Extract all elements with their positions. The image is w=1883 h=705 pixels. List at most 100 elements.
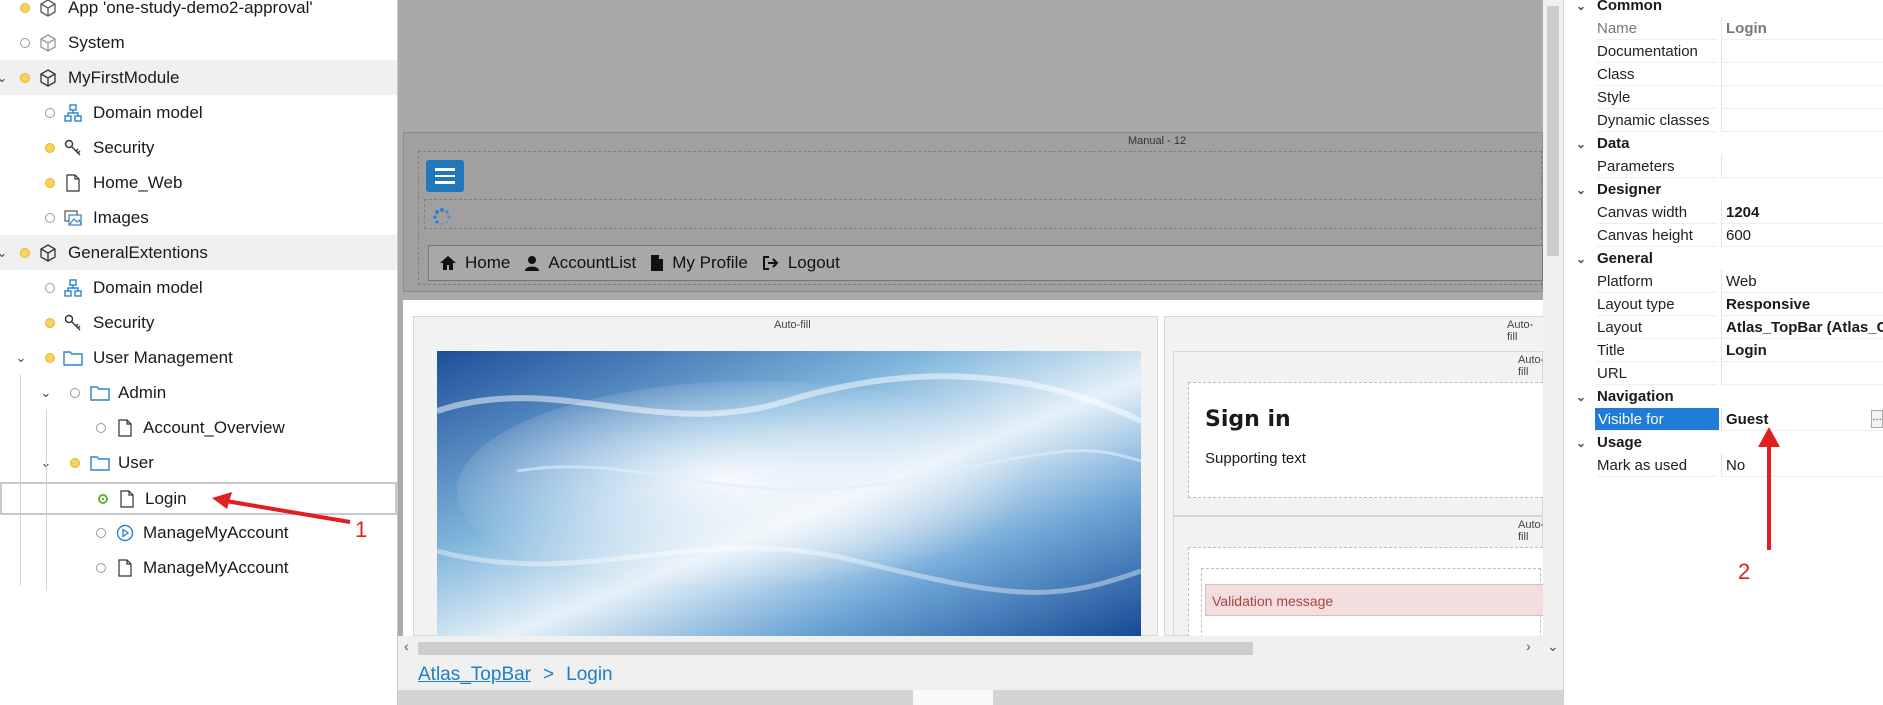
property-value[interactable]: No bbox=[1721, 454, 1883, 477]
tree-item-account-overview[interactable]: Account_Overview bbox=[0, 410, 397, 445]
horizontal-scrollbar[interactable]: ‹ › bbox=[398, 636, 1543, 660]
tree-item-label: Account_Overview bbox=[143, 417, 285, 437]
property-value[interactable]: 600 bbox=[1721, 224, 1883, 247]
nav-item-logout[interactable]: Logout bbox=[762, 253, 844, 273]
status-dot bbox=[70, 387, 80, 398]
chevron-right-icon[interactable]: › bbox=[1526, 638, 1531, 654]
property-name[interactable]: Name Login bbox=[1564, 17, 1883, 40]
category-designer[interactable]: ⌄ Designer bbox=[1564, 178, 1883, 201]
form-container: Auto-fill Validation message bbox=[1173, 516, 1548, 638]
chevron-down-icon[interactable]: ⌄ bbox=[0, 246, 8, 259]
property-value[interactable] bbox=[1721, 109, 1883, 132]
property-dynamic-classes[interactable]: Dynamic classes bbox=[1564, 109, 1883, 132]
property-documentation[interactable]: Documentation bbox=[1564, 40, 1883, 63]
tree-item-home-web[interactable]: Home_Web bbox=[0, 165, 397, 200]
breadcrumb-layout-link[interactable]: Atlas_TopBar bbox=[418, 664, 531, 686]
property-mark-as-used[interactable]: Mark as used No bbox=[1564, 454, 1883, 477]
breadcrumb-current-page[interactable]: Login bbox=[566, 664, 613, 686]
signin-container: Auto-fill Sign in Supporting text bbox=[1173, 351, 1548, 516]
chevron-down-icon[interactable]: ⌄ bbox=[40, 386, 52, 399]
category-data[interactable]: ⌄ Data bbox=[1564, 132, 1883, 155]
nav-label: Home bbox=[465, 253, 511, 272]
chevron-down-icon[interactable]: ⌄ bbox=[1576, 252, 1586, 266]
properties-panel: ⌄ Common Name Login Documentation Class … bbox=[1563, 0, 1883, 705]
bottom-tab[interactable] bbox=[913, 690, 993, 705]
more-options-button[interactable]: … bbox=[1871, 410, 1883, 428]
tree-item-user[interactable]: ⌄ User bbox=[0, 445, 397, 480]
property-value[interactable]: Login bbox=[1721, 339, 1883, 362]
property-value[interactable] bbox=[1721, 155, 1883, 178]
chevron-down-icon[interactable]: ⌄ bbox=[1547, 638, 1559, 655]
validation-message: Validation message bbox=[1205, 584, 1545, 616]
tree-item-admin[interactable]: ⌄ Admin bbox=[0, 375, 397, 410]
tree-item-label: Domain model bbox=[93, 102, 203, 122]
chevron-down-icon[interactable]: ⌄ bbox=[1576, 436, 1586, 450]
tree-item-domain-model[interactable]: Domain model bbox=[0, 270, 397, 305]
scrollbar-thumb[interactable] bbox=[1547, 6, 1559, 256]
property-value[interactable] bbox=[1721, 63, 1883, 86]
category-general[interactable]: ⌄ General bbox=[1564, 247, 1883, 270]
category-navigation[interactable]: ⌄ Navigation bbox=[1564, 385, 1883, 408]
annotation-arrow-1 bbox=[212, 492, 351, 524]
chevron-down-icon[interactable]: ⌄ bbox=[15, 351, 27, 364]
autofill-caption: Auto-fill bbox=[1507, 319, 1534, 343]
tree-item-label: System bbox=[68, 32, 125, 52]
property-value[interactable] bbox=[1721, 86, 1883, 109]
package-icon bbox=[38, 33, 58, 53]
property-value[interactable]: Login bbox=[1721, 17, 1883, 40]
property-parameters[interactable]: Parameters bbox=[1564, 155, 1883, 178]
nav-item-my-profile[interactable]: My Profile bbox=[650, 253, 752, 273]
tree-item-generalextentions[interactable]: ⌄ GeneralExtentions bbox=[0, 235, 397, 270]
property-value[interactable]: Atlas_TopBar (Atlas_Co bbox=[1721, 316, 1883, 339]
property-layout[interactable]: Layout Atlas_TopBar (Atlas_Co bbox=[1564, 316, 1883, 339]
category-common[interactable]: ⌄ Common bbox=[1564, 0, 1883, 17]
vertical-scrollbar[interactable]: ⌄ bbox=[1543, 0, 1563, 660]
tree-item-myfirstmodule[interactable]: ⌄ MyFirstModule bbox=[0, 60, 397, 95]
property-canvas-width[interactable]: Canvas width 1204 bbox=[1564, 201, 1883, 224]
scrollbar-thumb[interactable] bbox=[418, 642, 1253, 655]
property-title[interactable]: Title Login bbox=[1564, 339, 1883, 362]
property-url[interactable]: URL bbox=[1564, 362, 1883, 385]
property-style[interactable]: Style bbox=[1564, 86, 1883, 109]
property-value[interactable] bbox=[1721, 362, 1883, 385]
tree-item-security[interactable]: Security bbox=[0, 305, 397, 340]
tree-item-system[interactable]: System bbox=[0, 25, 397, 60]
nav-item-accountlist[interactable]: AccountList bbox=[524, 253, 640, 273]
chevron-down-icon[interactable]: ⌄ bbox=[1576, 137, 1586, 151]
page-editor-canvas[interactable]: Manual - 12 Home AccountList My Profile … bbox=[398, 0, 1563, 705]
chevron-left-icon[interactable]: ‹ bbox=[404, 638, 409, 654]
tree-item-app[interactable]: App 'one-study-demo2-approval' bbox=[0, 0, 397, 25]
category-usage[interactable]: ⌄ Usage bbox=[1564, 431, 1883, 454]
chevron-down-icon[interactable]: ⌄ bbox=[0, 71, 8, 84]
tree-item-managemyaccount-page[interactable]: ManageMyAccount bbox=[0, 550, 397, 585]
tree-item-domain-model[interactable]: Domain model bbox=[0, 95, 397, 130]
property-value[interactable]: Responsive bbox=[1721, 293, 1883, 316]
property-canvas-height[interactable]: Canvas height 600 bbox=[1564, 224, 1883, 247]
status-dot bbox=[20, 247, 30, 258]
category-label: Usage bbox=[1597, 434, 1643, 451]
tree-item-label: Admin bbox=[118, 382, 167, 402]
hero-image bbox=[437, 351, 1141, 636]
property-value[interactable]: Guest bbox=[1721, 408, 1883, 431]
property-label: Name bbox=[1597, 17, 1717, 40]
property-platform[interactable]: Platform Web bbox=[1564, 270, 1883, 293]
tree-item-security[interactable]: Security bbox=[0, 130, 397, 165]
layout-caption: Manual - 12 bbox=[1128, 135, 1187, 147]
folder-icon bbox=[90, 383, 110, 403]
property-visible-for[interactable]: Visible for Guest … bbox=[1564, 408, 1883, 431]
property-layout-type[interactable]: Layout type Responsive bbox=[1564, 293, 1883, 316]
chevron-down-icon[interactable]: ⌄ bbox=[1576, 390, 1586, 404]
hamburger-menu-button[interactable] bbox=[426, 160, 464, 192]
project-explorer: App 'one-study-demo2-approval' System ⌄ … bbox=[0, 0, 398, 705]
chevron-down-icon[interactable]: ⌄ bbox=[1576, 0, 1586, 13]
chevron-down-icon[interactable]: ⌄ bbox=[1576, 183, 1586, 197]
property-value[interactable] bbox=[1721, 40, 1883, 63]
property-value[interactable]: Web bbox=[1721, 270, 1883, 293]
status-dot bbox=[45, 107, 55, 118]
property-value[interactable]: 1204 bbox=[1721, 201, 1883, 224]
tree-item-user-management[interactable]: ⌄ User Management bbox=[0, 340, 397, 375]
tree-item-images[interactable]: Images bbox=[0, 200, 397, 235]
nav-item-home[interactable]: Home bbox=[439, 253, 514, 273]
property-label: Layout type bbox=[1597, 293, 1717, 316]
property-class[interactable]: Class bbox=[1564, 63, 1883, 86]
